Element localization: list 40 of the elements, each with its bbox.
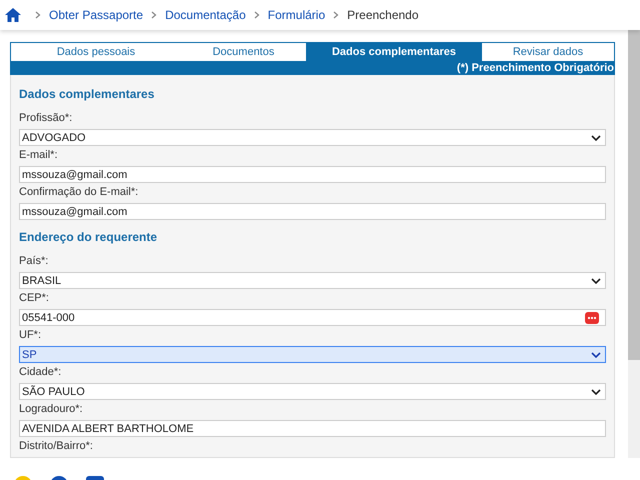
breadcrumb-link[interactable]: Obter Passaporte [49, 8, 144, 22]
chevron-icon [151, 11, 158, 19]
select-field[interactable]: BRASIL [19, 272, 606, 289]
field-label: País*: [19, 254, 50, 268]
chevron-icon [35, 11, 41, 19]
breadcrumb-link[interactable]: Documentação [165, 8, 246, 22]
caret-icon [591, 388, 601, 394]
input-field[interactable]: mssouza@gmail.com [19, 203, 606, 220]
field-label: UF*: [19, 328, 42, 342]
chevron-icon [254, 11, 260, 19]
input-field[interactable]: 05541-000 [19, 309, 606, 326]
required-note: (*) Preenchimento Obrigatório [456, 62, 614, 74]
tab[interactable]: Dados complementares [306, 43, 482, 61]
scrollbar-thumb[interactable] [628, 30, 640, 360]
section-heading: Dados complementares [19, 87, 156, 101]
section-heading: Endereço do requerente [19, 230, 158, 244]
field-label: E-mail*: [19, 148, 59, 162]
tab[interactable]: Documentos [181, 43, 306, 61]
autofill-icon[interactable] [585, 312, 599, 324]
caret-icon [591, 134, 601, 140]
field-label: Distrito/Bairro*: [19, 439, 94, 453]
scrollbar[interactable] [628, 30, 640, 458]
field-label: Logradouro*: [19, 402, 84, 416]
tab[interactable]: Revisar dados [482, 43, 614, 61]
select-field[interactable]: SP [19, 346, 606, 363]
field-label: Cidade*: [19, 365, 62, 379]
chevron-icon [333, 11, 340, 19]
field-label: Confirmação do E-mail*: [19, 185, 140, 199]
breadcrumb-link[interactable]: Formulário [268, 8, 326, 22]
select-field[interactable]: ADVOGADO [19, 129, 606, 146]
field-label: Profissão*: [19, 111, 74, 125]
input-field[interactable]: mssouza@gmail.com [19, 166, 606, 183]
home-icon[interactable] [5, 8, 21, 22]
field-label: CEP*: [19, 291, 50, 305]
tab[interactable]: Dados pessoais [11, 43, 181, 61]
select-field[interactable]: SÃO PAULO [19, 383, 606, 400]
breadcrumb-current: Preenchendo [347, 8, 419, 22]
caret-icon [591, 352, 601, 358]
caret-icon [591, 278, 601, 284]
input-field[interactable]: AVENIDA ALBERT BARTHOLOME [19, 420, 606, 437]
